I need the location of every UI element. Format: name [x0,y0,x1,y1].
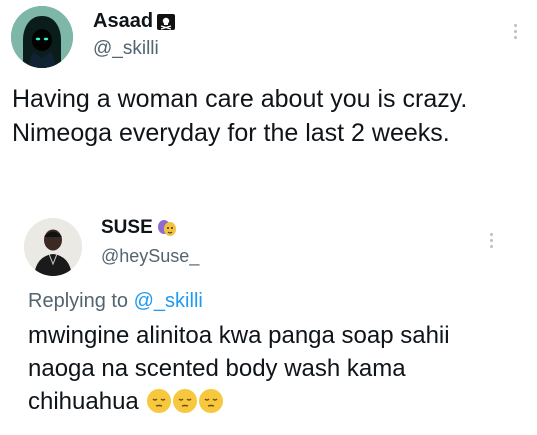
avatar[interactable] [24,218,82,276]
reply-tweet: SUSE @heySuse_ Replying to @_skilli mwin… [0,195,537,435]
reply-line: mwingine alinitoa kwa panga soap sahii [28,322,450,349]
replying-prefix: Replying to [28,290,129,312]
reply-line: naoga na scented body wash kama [28,355,406,382]
more-options-icon[interactable] [512,24,518,39]
user-handle[interactable]: @_skilli [93,38,159,60]
reply-line: chihuahua [28,388,139,415]
performing-arts-icon [157,219,177,237]
tweet-line: Nimeoga everyday for the last 2 weeks. [12,119,450,147]
tweet-text: Having a woman care about you is crazy. … [12,82,467,150]
replying-to-label: Replying to @_skilli [28,290,203,313]
pirate-flag-icon [157,13,176,30]
display-name[interactable]: Asaad [93,10,153,33]
pensive-face-emoji [147,389,172,413]
reply-line-last: chihuahua [28,385,450,418]
more-options-icon[interactable] [488,233,494,248]
avatar[interactable] [11,6,73,68]
user-handle[interactable]: @heySuse_ [101,246,199,267]
tweet-line: Having a woman care about you is crazy. [12,85,468,113]
display-name[interactable]: SUSE [101,217,153,239]
replying-handle-link[interactable]: @_skilli [134,290,203,312]
reply-text: mwingine alinitoa kwa panga soap sahii n… [28,319,450,418]
original-tweet: Asaad @_skilli Having a woman care about… [0,0,537,170]
pensive-face-emoji [199,389,224,413]
pensive-face-emoji [173,389,198,413]
